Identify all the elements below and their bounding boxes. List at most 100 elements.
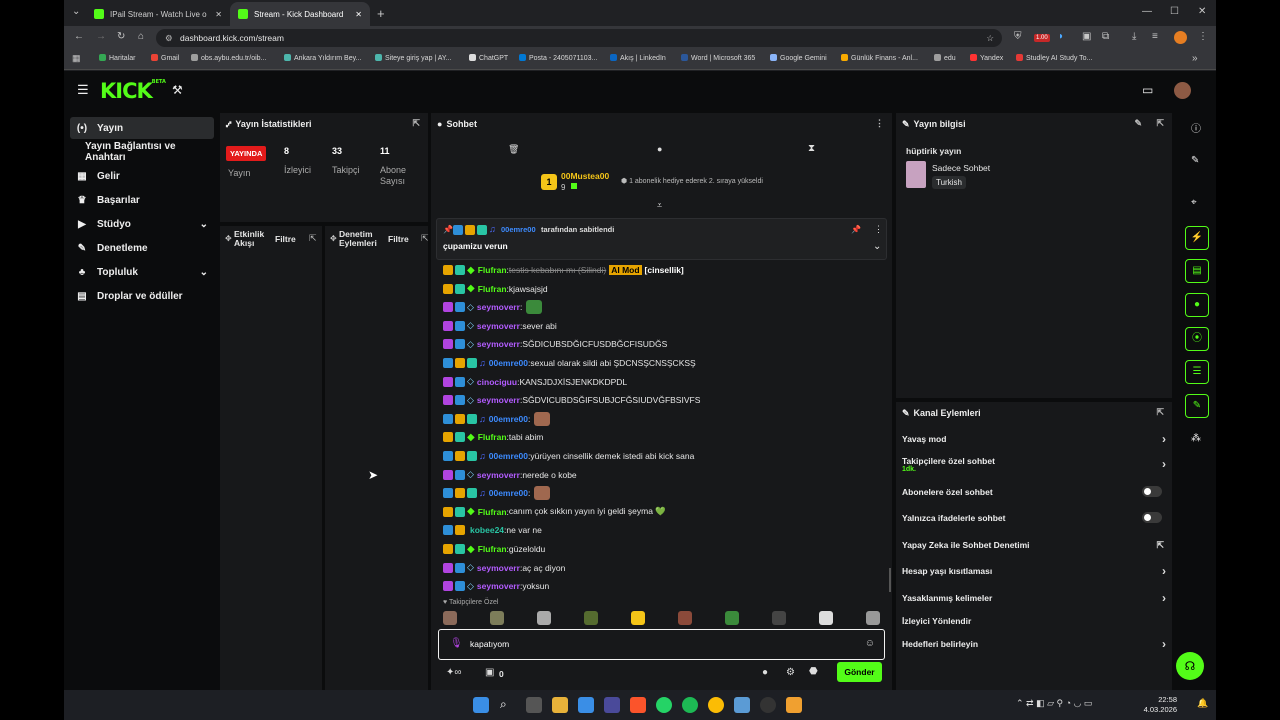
start-icon[interactable]: [473, 697, 489, 713]
store-icon[interactable]: [578, 697, 594, 713]
creator-tools-icon[interactable]: ▭: [1142, 83, 1153, 97]
popout-icon[interactable]: ⇱: [412, 118, 420, 129]
send-button[interactable]: Gönder: [837, 662, 882, 682]
channel-action-item[interactable]: Hedefleri belirleyin ›: [902, 637, 1172, 651]
moderation-filter-button[interactable]: Filtre: [388, 234, 409, 244]
quick-action-lightning-icon[interactable]: ⚡: [1185, 226, 1209, 250]
channel-action-item[interactable]: Yasaklanmış kelimeler ›: [902, 591, 1172, 605]
unpin-icon[interactable]: 📌: [851, 225, 861, 234]
bookmark-item[interactable]: ChatGPT: [469, 54, 508, 62]
external-link-icon[interactable]: ⇱: [1156, 540, 1164, 551]
bookmark-item[interactable]: obs.aybu.edu.tr/oib...: [191, 54, 266, 62]
tab-kick-dashboard[interactable]: Stream - Kick Dashboard ✕: [230, 2, 370, 26]
chat-username[interactable]: seymoverr: [477, 321, 520, 331]
chat-username[interactable]: Flufran: [478, 284, 507, 294]
chat-username[interactable]: seymoverr: [477, 395, 520, 405]
channel-action-item[interactable]: Abonelere özel sohbet: [902, 486, 1172, 497]
collapse-arrow-icon[interactable]: ⩡: [657, 200, 662, 211]
emote-button[interactable]: [725, 611, 739, 625]
sidebar-item-topluluk[interactable]: ♣ Topluluk ⌄: [70, 261, 214, 283]
browser-menu-icon[interactable]: ⋮: [1198, 31, 1208, 42]
drag-icon[interactable]: ✥: [225, 234, 232, 243]
emote-button[interactable]: [490, 611, 504, 625]
profile-avatar[interactable]: [1174, 31, 1187, 44]
bookmark-item[interactable]: Haritalar: [99, 54, 135, 62]
drag-icon[interactable]: ✥: [330, 234, 337, 243]
media-icon[interactable]: ≡: [1152, 31, 1158, 42]
chat-message[interactable]: ♫ 00emre00: sexual olarak sildi abi ŞDCNS…: [443, 355, 696, 371]
site-info-icon[interactable]: ⚙: [165, 29, 173, 47]
obs-icon[interactable]: [760, 697, 776, 713]
quick-action-wrench-icon[interactable]: ✎: [1185, 394, 1209, 418]
quick-action-layout-icon[interactable]: ☰: [1185, 360, 1209, 384]
channel-action-item[interactable]: Takipçilere özel sohbet 1dk. ›: [902, 456, 1172, 473]
bookmark-item[interactable]: Siteye giriş yap | AY...: [375, 54, 452, 62]
emote-button[interactable]: [819, 611, 833, 625]
channel-action-item[interactable]: Yalnızca ifadelerle sohbet: [902, 512, 1172, 523]
sidebar-item-yayin[interactable]: (•) Yayın: [70, 117, 214, 139]
new-tab-icon[interactable]: +: [377, 6, 385, 21]
tab-close-icon[interactable]: ✕: [355, 10, 362, 19]
bookmark-item[interactable]: Google Gemini: [770, 54, 827, 62]
chat-username[interactable]: kobee24: [470, 525, 504, 535]
channel-action-item[interactable]: Yavaş mod ›: [902, 432, 1172, 446]
sidebar-item-stream-key[interactable]: Yayın Bağlantısı ve Anahtarı: [70, 141, 214, 163]
sidebar-item-studyo[interactable]: ▶ Stüdyo ⌄: [70, 213, 214, 235]
maximize-icon[interactable]: ☐: [1170, 6, 1179, 17]
chat-message[interactable]: ◇ cinociguu: KANSJDJXİSJENKDKDPDL: [443, 374, 627, 390]
hammer-icon[interactable]: ⚒: [172, 83, 183, 97]
hamburger-menu-icon[interactable]: ☰: [77, 82, 89, 98]
chat-username[interactable]: 00emre00: [489, 414, 528, 424]
bookmark-item[interactable]: Word | Microsoft 365: [681, 54, 755, 62]
hourglass-icon[interactable]: ⧗: [808, 143, 815, 154]
chat-username[interactable]: 00emre00: [489, 488, 528, 498]
chat-username[interactable]: Flufran: [478, 432, 507, 442]
chat-message[interactable]: ♫ 00emre00:: [443, 411, 551, 427]
bookmark-item[interactable]: Posta - 2405071103...: [519, 54, 597, 62]
sidebar-item-gelir[interactable]: ▦ Gelir: [70, 165, 214, 187]
apps-grid-icon[interactable]: ▦: [72, 53, 81, 64]
chat-message[interactable]: ◆ Flufran: canım çok sıkkın yayın iyi gel…: [443, 504, 666, 520]
chat-message[interactable]: ♫ 00emre00:: [443, 485, 551, 501]
chat-bubble-icon[interactable]: ●: [762, 667, 768, 678]
chat-message[interactable]: ♫ 00emre00: yürüyen cinsellik demek isted…: [443, 448, 694, 464]
chat-bubble-icon[interactable]: ●: [657, 144, 662, 154]
emote-button[interactable]: [678, 611, 692, 625]
pinned-by-user[interactable]: 00emre00: [501, 225, 536, 234]
sidebar-item-basarilar[interactable]: ♛ Başarılar: [70, 189, 214, 211]
chat-message[interactable]: ◇ seymoverr: SĞDVICUBDSĞIFSUBJCFĞSIUDVĞFB…: [443, 392, 700, 408]
translate-extension-icon[interactable]: ▣: [1082, 31, 1091, 42]
chevron-down-icon[interactable]: ⌄: [873, 241, 881, 252]
support-headset-icon[interactable]: ☊: [1176, 652, 1204, 680]
file-explorer-icon[interactable]: [552, 697, 568, 713]
bookmark-item[interactable]: Günlük Finans - Anl...: [841, 54, 918, 62]
notification-bell-icon[interactable]: 🔔: [1197, 698, 1208, 709]
brave-icon[interactable]: [630, 697, 646, 713]
chat-username[interactable]: cinociguu: [477, 377, 517, 387]
clock[interactable]: 22:58 4.03.2026: [1137, 695, 1177, 715]
toggle-switch[interactable]: [1142, 512, 1162, 523]
activity-filter-button[interactable]: Filtre: [275, 234, 296, 244]
chat-message[interactable]: ◆ Flufran: güzeloldu: [443, 541, 545, 557]
chrome-icon[interactable]: [708, 697, 724, 713]
emote-button[interactable]: [443, 611, 457, 625]
pinned-menu-icon[interactable]: ⋮: [874, 224, 883, 235]
app-icon[interactable]: [604, 697, 620, 713]
channel-action-item[interactable]: Yapay Zeka ile Sohbet Denetimi ⇱: [902, 540, 1172, 550]
chat-username[interactable]: seymoverr: [477, 470, 520, 480]
emote-button[interactable]: [584, 611, 598, 625]
add-widget-icon[interactable]: ⁂: [1191, 433, 1201, 444]
app-icon[interactable]: [786, 697, 802, 713]
chat-username[interactable]: Flufran: [478, 544, 507, 554]
chat-message[interactable]: ◆ Flufran: testis kebabını mı (Silindi) AI…: [443, 262, 684, 278]
emote-button[interactable]: [537, 611, 551, 625]
chat-message[interactable]: ◇ seymoverr: sever abi: [443, 318, 557, 334]
popout-icon[interactable]: ⇱: [421, 233, 429, 244]
quick-action-broadcast-icon[interactable]: ⦿: [1185, 327, 1209, 351]
edit-pencil-icon[interactable]: ✎: [1191, 155, 1199, 166]
chat-username[interactable]: seymoverr: [477, 563, 520, 573]
chat-username[interactable]: seymoverr: [477, 581, 520, 591]
tab-search-icon[interactable]: ⌄: [72, 6, 80, 17]
kick-logo[interactable]: KICKBETA: [100, 79, 166, 103]
emote-button[interactable]: [772, 611, 786, 625]
